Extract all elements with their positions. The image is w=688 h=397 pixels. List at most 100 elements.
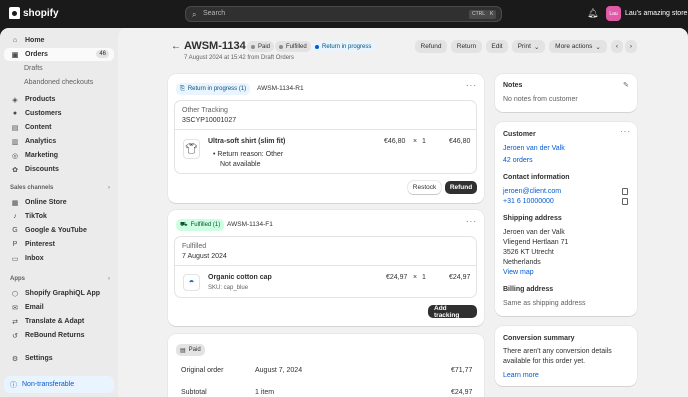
- refund-button[interactable]: Refund: [415, 40, 447, 53]
- sidebar-item-products[interactable]: ◈ Products: [4, 93, 114, 106]
- sidebar-item-home[interactable]: ⌂ Home: [4, 34, 114, 47]
- payment-row-value: €24,97: [451, 389, 473, 396]
- return-card: ⎘ Return in progress (1) AWSM-1134-R1 ···…: [168, 74, 484, 203]
- orders-count-badge: 46: [96, 50, 109, 58]
- sidebar-item-inbox[interactable]: ▭ Inbox: [4, 252, 114, 265]
- sidebar-item-label: Settings: [25, 355, 53, 362]
- return-button[interactable]: Return: [451, 40, 482, 53]
- add-tracking-button[interactable]: Add tracking: [428, 305, 477, 319]
- sidebar-item-settings[interactable]: ⚙ Settings: [4, 352, 114, 365]
- sidebar-item-email[interactable]: ✉ Email: [4, 301, 114, 314]
- customer-email-link[interactable]: jeroen@client.com: [503, 188, 561, 195]
- sidebar-item-label: Online Store: [25, 199, 67, 206]
- conversion-text: There aren't any conversion details: [503, 348, 612, 355]
- conversion-title: Conversion summary: [503, 335, 575, 342]
- sidebar-item-label: Analytics: [25, 138, 57, 145]
- customer-name-link[interactable]: Jeroen van der Valk: [503, 145, 565, 152]
- sidebar-item-online-store[interactable]: ▦ Online Store: [4, 196, 114, 209]
- sidebar-item-customers[interactable]: ● Customers: [4, 107, 114, 120]
- notes-card: Notes ✎ No notes from customer: [495, 74, 637, 112]
- chevron-right-icon: ›: [629, 43, 633, 50]
- sidebar-item-label: Inbox: [25, 255, 44, 262]
- payment-row-detail: 1 item: [255, 389, 275, 396]
- sidebar-item-marketing[interactable]: ◎ Marketing: [4, 149, 114, 162]
- discount-icon: ✿: [12, 166, 18, 174]
- more-horizontal-icon[interactable]: ···: [466, 217, 477, 226]
- store-name: Lau's amazing store: [625, 10, 688, 17]
- shopify-logo[interactable]: shopify: [9, 7, 59, 19]
- sidebar-item-label: Orders: [25, 51, 48, 58]
- order-subline: 7 August 2024 at 15:42 from Draft Orders: [184, 55, 295, 61]
- page-title: AWSM-1134: [184, 40, 246, 52]
- more-horizontal-icon[interactable]: ···: [466, 81, 477, 90]
- edit-button[interactable]: Edit: [486, 40, 508, 53]
- banner-label: Non-transferable: [22, 381, 75, 388]
- sidebar-item-label: Email: [25, 304, 44, 311]
- info-icon: ⓘ: [10, 381, 17, 389]
- button-label: More actions: [555, 43, 593, 50]
- fulfilled-item-total: €24,97: [449, 274, 471, 281]
- kbd-k: K: [487, 10, 497, 19]
- orders-icon: ▣: [11, 51, 19, 59]
- fulfilled-item-name[interactable]: Organic cotton cap: [208, 274, 272, 281]
- contact-title: Contact information: [503, 174, 570, 181]
- times-sign: ×: [413, 274, 418, 281]
- more-horizontal-icon[interactable]: ···: [620, 127, 631, 136]
- payment-status-badge: ▤ Paid: [176, 344, 205, 356]
- sidebar-item-label: Content: [25, 124, 52, 131]
- times-sign: ×: [413, 138, 418, 145]
- email-icon: ✉: [12, 304, 18, 312]
- next-order-button[interactable]: ›: [625, 40, 637, 53]
- sidebar-item-graphiql[interactable]: ⬡ Shopify GraphiQL App: [4, 287, 114, 300]
- address-line: Vliegend Hertlaan 71: [503, 239, 569, 246]
- sidebar-item-analytics[interactable]: ▥ Analytics: [4, 135, 114, 148]
- chevron-down-icon: ⌄: [533, 43, 540, 51]
- sidebar-item-pinterest[interactable]: P Pinterest: [4, 238, 114, 251]
- non-transferable-banner[interactable]: ⓘ Non-transferable: [4, 376, 114, 393]
- store-icon: ▦: [11, 199, 19, 207]
- learn-more-link[interactable]: Learn more: [503, 372, 539, 379]
- sidebar-item-drafts[interactable]: Drafts: [4, 62, 114, 75]
- search-input[interactable]: ⌕ Search CTRL K: [185, 6, 502, 22]
- badge-label: Return in progress (1): [187, 86, 247, 92]
- customer-orders-link[interactable]: 42 orders: [503, 157, 533, 164]
- return-refund-button[interactable]: Refund: [445, 181, 477, 194]
- sidebar-item-discounts[interactable]: ✿ Discounts: [4, 163, 114, 176]
- store-menu[interactable]: Lau Lau's amazing store: [606, 6, 687, 21]
- return-item-total: €46,80: [449, 138, 471, 145]
- copy-icon[interactable]: [622, 188, 628, 195]
- admin-frame: ⌂ Home ▣ Orders 46 Drafts Abandoned checkou…: [0, 28, 688, 397]
- copy-icon[interactable]: [622, 198, 628, 205]
- back-arrow-icon[interactable]: ←: [171, 41, 181, 52]
- apps-heading[interactable]: Apps ›: [10, 276, 110, 282]
- section-label: Apps: [10, 276, 25, 282]
- sidebar-item-label: Pinterest: [25, 241, 55, 248]
- home-icon: ⌂: [12, 37, 18, 44]
- sidebar-item-label: Shopify GraphiQL App: [25, 290, 101, 297]
- fulfilled-card: ⛟ Fulfilled (1) AWSM-1134-F1 ··· Fulfille…: [168, 210, 484, 326]
- bell-icon[interactable]: 🔔︎: [587, 8, 598, 19]
- more-actions-button[interactable]: More actions ⌄: [549, 40, 607, 53]
- view-map-link[interactable]: View map: [503, 269, 534, 276]
- sidebar-item-content[interactable]: ▤ Content: [4, 121, 114, 134]
- print-button[interactable]: Print ⌄: [512, 40, 545, 53]
- sales-channels-heading[interactable]: Sales channels ›: [10, 185, 110, 191]
- badge-label: Paid: [188, 347, 201, 353]
- address-line: 3526 KT Utrecht: [503, 249, 554, 256]
- cap-thumbnail: ◓: [183, 274, 200, 291]
- sidebar-item-orders[interactable]: ▣ Orders 46: [4, 48, 114, 61]
- sidebar-item-label: Google & YouTube: [25, 227, 87, 234]
- sidebar-item-google-youtube[interactable]: G Google & YouTube: [4, 224, 114, 237]
- previous-order-button[interactable]: ‹: [611, 40, 623, 53]
- sidebar-item-abandoned-checkouts[interactable]: Abandoned checkouts: [4, 76, 114, 89]
- pencil-icon[interactable]: ✎: [623, 81, 629, 89]
- restock-button[interactable]: Restock: [408, 181, 441, 194]
- return-item-name[interactable]: Ultra-soft shirt (slim fit): [208, 138, 285, 145]
- customer-phone-link[interactable]: +31 6 10000000: [503, 198, 554, 205]
- sidebar-item-rebound[interactable]: ↺ ReBound Returns: [4, 329, 114, 342]
- sidebar-item-translate[interactable]: ⇄ Translate & Adapt: [4, 315, 114, 328]
- sidebar-item-tiktok[interactable]: ♪ TikTok: [4, 210, 114, 223]
- notes-title: Notes: [503, 82, 523, 89]
- badge-label: Fulfilled: [286, 43, 307, 50]
- cap-icon: ◓: [188, 277, 195, 288]
